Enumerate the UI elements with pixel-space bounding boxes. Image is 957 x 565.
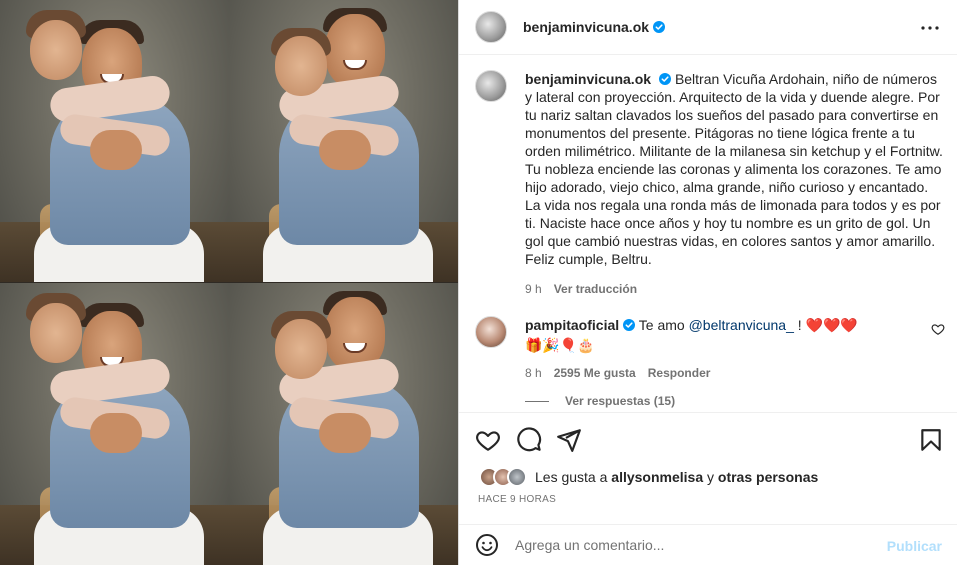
likes-prefix: Les gusta a — [535, 469, 608, 485]
emoji-icon[interactable] — [475, 533, 499, 557]
author-avatar[interactable] — [475, 11, 507, 43]
comment-time[interactable]: 8 h — [525, 364, 542, 382]
comment-text-suffix: ! — [797, 317, 802, 333]
likers-avatars — [479, 467, 529, 487]
comment-hearts: ❤️❤️❤️ — [805, 317, 858, 333]
photo-tile — [229, 0, 458, 282]
photo-tile — [0, 0, 229, 282]
likes-user[interactable]: allysonmelisa — [611, 469, 703, 485]
view-replies-button[interactable]: Ver respuestas (15) — [525, 394, 675, 408]
verified-badge-icon — [623, 319, 636, 331]
heart-icon[interactable] — [475, 427, 501, 453]
post-header: benjaminvicuna.ok — [459, 0, 957, 55]
action-bar — [459, 412, 957, 467]
replies-divider — [525, 400, 549, 402]
comment-icon[interactable] — [516, 427, 542, 453]
see-translation-button[interactable]: Ver traducción — [554, 280, 637, 298]
bookmark-icon[interactable] — [918, 427, 944, 453]
more-options-icon[interactable] — [918, 16, 942, 40]
photo-tile — [0, 283, 229, 565]
likes-summary[interactable]: Les gusta a allysonmelisa y otras person… — [479, 467, 818, 487]
comment-composer: Publicar — [459, 524, 957, 565]
author-username[interactable]: benjaminvicuna.ok — [523, 19, 649, 35]
share-icon[interactable] — [556, 427, 582, 453]
likes-others[interactable]: otras personas — [718, 469, 818, 485]
photo-tile — [229, 283, 458, 565]
commenter-avatar[interactable] — [475, 316, 507, 348]
liker-avatar — [507, 467, 527, 487]
publish-button[interactable]: Publicar — [887, 538, 942, 554]
comment-meta: 8 h 2595 Me gusta Responder — [525, 364, 915, 382]
view-replies-label: Ver respuestas (15) — [565, 394, 676, 408]
comment-heart-icon[interactable] — [931, 322, 945, 336]
verified-badge-icon — [653, 21, 666, 33]
commenter-username[interactable]: pampitaoficial — [525, 317, 619, 333]
post-panel: benjaminvicuna.ok benjaminvicuna.ok Belt… — [458, 0, 957, 565]
comment-emojis: 🎁🎉🎈🎂 — [525, 337, 595, 353]
comment-mention[interactable]: @beltranvicuna_ — [689, 317, 794, 333]
author-avatar[interactable] — [475, 70, 507, 102]
comments-area[interactable]: benjaminvicuna.ok Beltran Vicuña Ardohai… — [459, 56, 957, 412]
caption-text: Beltran Vicuña Ardohain, niño de números… — [525, 71, 943, 267]
reply-button[interactable]: Responder — [648, 364, 711, 382]
likes-and: y — [707, 469, 714, 485]
comment-input[interactable] — [515, 537, 875, 553]
verified-badge-icon — [659, 73, 672, 85]
caption-author[interactable]: benjaminvicuna.ok — [525, 71, 651, 87]
comment-likes[interactable]: 2595 Me gusta — [554, 364, 636, 382]
caption-meta: 9 h Ver traducción — [525, 280, 945, 298]
caption-time[interactable]: 9 h — [525, 280, 542, 298]
post-media[interactable] — [0, 0, 458, 565]
comment-text: Te amo — [638, 317, 685, 333]
post-time[interactable]: HACE 9 HORAS — [478, 494, 556, 505]
